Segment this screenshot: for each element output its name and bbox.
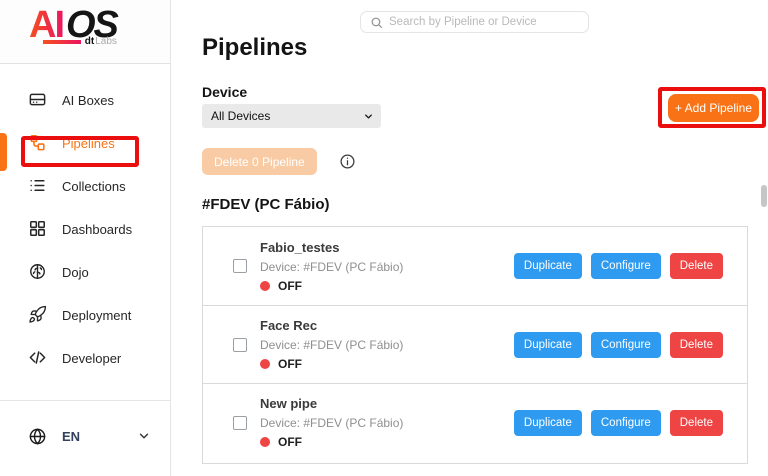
sidebar-item-label: Deployment: [62, 308, 132, 323]
logo-area: AI OS dt Labs: [0, 0, 170, 64]
code-icon: [28, 348, 47, 370]
pipeline-status: OFF: [260, 279, 403, 293]
pipeline-status: OFF: [260, 435, 403, 449]
sidebar-divider: [0, 400, 171, 401]
sidebar-item-dojo[interactable]: Dojo: [0, 251, 171, 294]
sidebar-item-deployment[interactable]: Deployment: [0, 294, 171, 337]
configure-button[interactable]: Configure: [590, 409, 661, 436]
pipeline-device: Device: #FDEV (PC Fábio): [260, 416, 404, 430]
sidebar-item-collections[interactable]: Collections: [0, 165, 171, 208]
search-icon: [371, 17, 382, 28]
status-label: OFF: [278, 435, 302, 449]
globe-icon: [29, 427, 46, 445]
sidebar: AI OS dt Labs AI Boxes Pipelines Collecti…: [0, 0, 171, 476]
sidebar-item-ai-boxes[interactable]: AI Boxes: [0, 79, 171, 122]
status-off-dot: [260, 359, 270, 369]
add-pipeline-button[interactable]: + Add Pipeline: [668, 94, 759, 122]
brain-icon: [28, 262, 47, 284]
search-input[interactable]: [389, 16, 574, 28]
pipeline-device: Device: #FDEV (PC Fábio): [260, 338, 404, 352]
logo-underline: [42, 40, 81, 44]
info-icon[interactable]: [339, 153, 356, 170]
main-content: Pipelines Device All Devices + Add Pipel…: [171, 0, 768, 476]
pipeline-status: OFF: [260, 357, 403, 371]
pipeline-row: Face Rec Device: #FDEV (PC Fábio) OFF Du…: [203, 305, 747, 383]
status-off-dot: [260, 280, 270, 291]
scrollbar-thumb[interactable]: [761, 185, 767, 207]
bulk-delete-button[interactable]: Delete 0 Pipeline: [202, 148, 317, 175]
row-checkbox[interactable]: [233, 337, 247, 352]
pipeline-device: Device: #FDEV (PC Fábio): [260, 259, 404, 274]
device-filter-value: All Devices: [211, 109, 271, 123]
logo-ai-text: AI: [29, 4, 65, 46]
collections-icon: [28, 176, 47, 198]
device-filter-label: Device: [202, 84, 248, 100]
sidebar-item-dashboards[interactable]: Dashboards: [0, 208, 171, 251]
row-checkbox[interactable]: [233, 415, 247, 430]
delete-button[interactable]: Delete: [669, 253, 723, 279]
duplicate-button[interactable]: Duplicate: [513, 331, 582, 358]
sidebar-item-label: Pipelines: [62, 136, 115, 151]
sidebar-item-label: AI Boxes: [62, 93, 115, 108]
language-value: EN: [62, 428, 81, 444]
delete-button[interactable]: Delete: [669, 331, 723, 358]
status-label: OFF: [278, 357, 302, 371]
page-title: Pipelines: [202, 34, 308, 61]
logo-labs-text: Labs: [95, 36, 117, 47]
sidebar-item-label: Dojo: [62, 265, 89, 280]
sidebar-item-developer[interactable]: Developer: [0, 337, 171, 380]
search-box[interactable]: [360, 11, 589, 33]
chevron-down-icon: [365, 113, 372, 119]
pipeline-row: Fabio_testes Device: #FDEV (PC Fábio) OF…: [203, 227, 747, 305]
logo-dt-text: dt: [84, 36, 95, 47]
configure-button[interactable]: Configure: [590, 331, 661, 358]
app-logo: AI OS dt Labs: [29, 4, 119, 47]
row-checkbox[interactable]: [233, 259, 247, 273]
pipelines-icon: [28, 133, 47, 155]
pipeline-name: Face Rec: [260, 318, 318, 333]
sidebar-nav: AI Boxes Pipelines Collections Dashboard…: [0, 79, 171, 380]
device-filter-select[interactable]: All Devices: [202, 104, 381, 128]
sidebar-item-label: Dashboards: [62, 222, 133, 237]
rocket-icon: [28, 305, 47, 327]
status-off-dot: [260, 437, 270, 447]
duplicate-button[interactable]: Duplicate: [513, 253, 582, 279]
duplicate-button[interactable]: Duplicate: [513, 409, 582, 436]
sidebar-item-label: Collections: [62, 179, 126, 194]
dashboards-icon: [28, 219, 47, 241]
delete-button[interactable]: Delete: [669, 409, 723, 436]
sidebar-item-pipelines[interactable]: Pipelines: [0, 122, 171, 165]
pipeline-list: Fabio_testes Device: #FDEV (PC Fábio) OF…: [202, 226, 748, 464]
pipeline-name: New pipe: [260, 396, 318, 411]
configure-button[interactable]: Configure: [590, 253, 661, 279]
pipeline-row: New pipe Device: #FDEV (PC Fábio) OFF Du…: [203, 383, 747, 461]
sidebar-item-label: Developer: [62, 351, 122, 366]
status-label: OFF: [278, 278, 302, 293]
device-group-title: #FDEV (PC Fábio): [202, 196, 330, 213]
language-selector[interactable]: EN: [0, 420, 171, 452]
pipeline-name: Fabio_testes: [260, 239, 340, 255]
ai-boxes-icon: [28, 90, 47, 112]
chevron-down-icon: [139, 433, 149, 439]
